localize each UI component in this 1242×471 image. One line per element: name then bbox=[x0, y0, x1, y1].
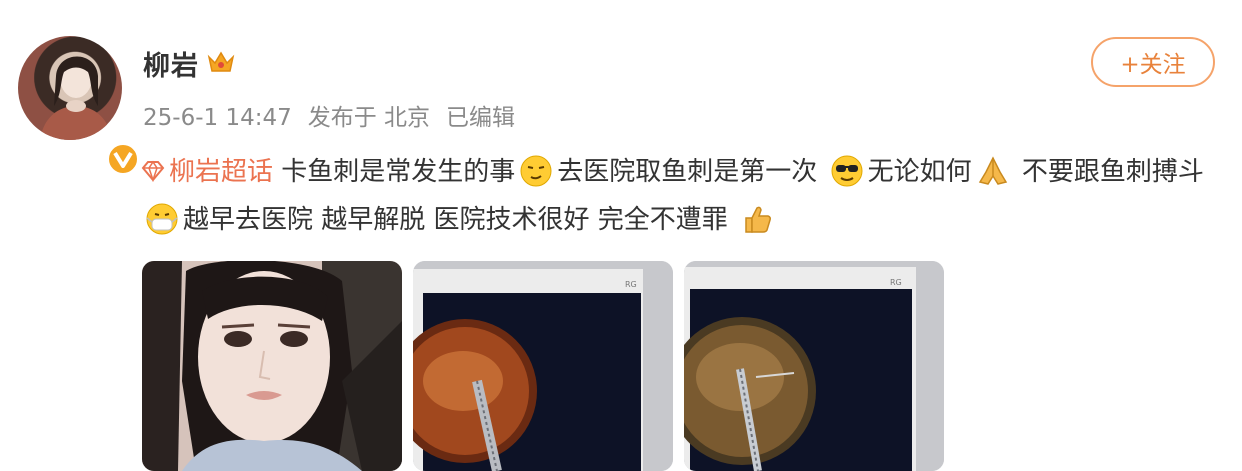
super-topic-label[interactable]: 柳岩超话 bbox=[169, 157, 273, 187]
post-image-selfie[interactable] bbox=[142, 261, 402, 471]
post-text-segment: 卡鱼刺是常发生的事 bbox=[281, 157, 516, 187]
follow-button[interactable]: +关注 bbox=[1091, 37, 1215, 87]
post-meta: 25-6-1 14:47 发布于 北京 已编辑 bbox=[143, 98, 531, 132]
super-topic-icon bbox=[141, 160, 165, 182]
post-source: 发布于 北京 bbox=[307, 105, 431, 131]
post-image-endoscope-2[interactable]: RG bbox=[684, 261, 944, 471]
post-image-endoscope-1[interactable]: RG bbox=[413, 261, 673, 471]
edited-label[interactable]: 已编辑 bbox=[446, 105, 515, 131]
verified-badge-icon bbox=[106, 142, 140, 176]
crown-icon bbox=[207, 51, 235, 72]
post-time[interactable]: 25-6-1 14:47 bbox=[143, 105, 292, 131]
svg-text:RG: RG bbox=[890, 278, 902, 287]
post-text-segment: 不要跟鱼刺搏斗 bbox=[1021, 157, 1204, 187]
post-text-segment: 越早去医院 越早解脱 医院技术很好 完全不遭罪 bbox=[183, 205, 728, 235]
post-text-segment: 无论如何 bbox=[867, 157, 972, 187]
post-text: 柳岩超话 卡鱼刺是常发生的事 去医院取鱼刺是第一次 无论如何 不要跟鱼刺搏斗 越早… bbox=[141, 148, 1221, 244]
mask-emoji bbox=[146, 203, 178, 235]
sunglasses-emoji bbox=[831, 155, 863, 187]
username[interactable]: 柳岩 bbox=[143, 44, 199, 83]
post-text-segment: 去医院取鱼刺是第一次 bbox=[557, 157, 818, 187]
thumbs-up-emoji bbox=[745, 206, 772, 233]
avatar[interactable] bbox=[18, 36, 122, 140]
smirk-emoji bbox=[520, 155, 552, 187]
super-topic-link[interactable]: 柳岩超话 bbox=[141, 157, 273, 187]
svg-text:RG: RG bbox=[625, 280, 637, 289]
pray-emoji bbox=[978, 156, 1007, 185]
avatar-container[interactable] bbox=[18, 36, 140, 176]
